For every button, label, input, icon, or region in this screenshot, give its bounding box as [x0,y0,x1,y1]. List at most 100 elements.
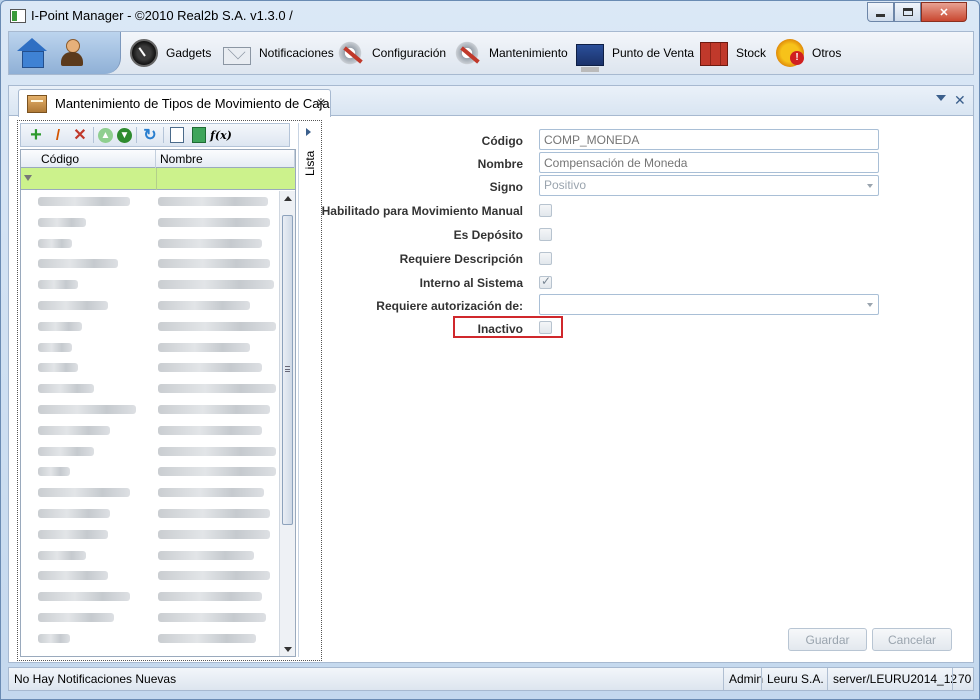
toolbar-gadgets[interactable]: Gadgets [130,38,211,68]
table-row[interactable] [21,316,279,337]
table-row[interactable] [21,420,279,441]
table-row[interactable] [21,565,279,586]
habilitado-manual-checkbox[interactable] [539,204,552,217]
minimize-button[interactable] [867,2,894,22]
maximize-icon [902,8,913,16]
redacted-codigo-cell [38,280,78,290]
formula-icon[interactable]: f(x) [210,126,232,144]
table-row[interactable] [21,274,279,295]
guardar-button[interactable]: Guardar [788,628,867,651]
add-icon[interactable]: + [27,125,45,145]
cancelar-button[interactable]: Cancelar [872,628,952,651]
scroll-up-icon[interactable] [284,196,292,201]
table-row[interactable] [21,233,279,254]
redacted-nombre-cell [158,197,268,206]
table-row[interactable] [21,357,279,378]
toolbar-notificaciones[interactable]: Notificaciones [223,38,334,68]
refresh-icon[interactable]: ↻ [141,126,159,144]
table-row[interactable] [21,628,279,649]
expand-arrow-icon[interactable] [306,128,311,136]
codigo-field[interactable] [539,129,879,150]
inactivo-checkbox[interactable] [539,321,552,334]
redacted-nombre-cell [158,633,256,643]
requiere-autorizacion-select[interactable] [539,294,879,315]
print-preview-icon[interactable] [168,126,186,144]
table-row[interactable] [21,378,279,399]
tab-close-icon[interactable]: ✕ [316,96,326,110]
move-down-icon[interactable]: ▼ [117,127,132,143]
table-row[interactable] [21,441,279,462]
nombre-field[interactable] [539,152,879,173]
toolbar-stock[interactable]: Stock [700,38,766,68]
column-header-nombre[interactable]: Nombre [156,150,295,168]
redacted-codigo-cell [38,197,130,206]
home-group [9,32,121,74]
side-tab-lista[interactable]: Lista [298,123,320,657]
status-bar: No Hay Notificaciones Nuevas Admin Leuru… [8,667,974,691]
user-icon[interactable] [57,38,87,68]
table-row[interactable] [21,586,279,607]
requiere-descripcion-checkbox[interactable] [539,252,552,265]
filter-icon [24,175,32,181]
minimize-icon [876,13,885,17]
table-row[interactable] [21,337,279,358]
redacted-codigo-cell [38,363,78,373]
table-row[interactable] [21,212,279,233]
table-row[interactable] [21,253,279,274]
es-deposito-label: Es Depósito [453,228,523,242]
close-all-tabs-icon[interactable]: ✕ [954,92,966,109]
table-row[interactable] [21,399,279,420]
redacted-nombre-cell [158,238,262,248]
tools-icon [336,39,364,67]
es-deposito-checkbox[interactable] [539,228,552,241]
redacted-nombre-cell [158,363,262,373]
table-row[interactable] [21,461,279,482]
redacted-codigo-cell [38,404,136,414]
toolbar-mantenimiento[interactable]: Mantenimiento [453,38,568,68]
table-row[interactable] [21,524,279,545]
toolbar-punto-de-venta-label: Punto de Venta [612,46,695,60]
table-row[interactable] [21,191,279,212]
maximize-button[interactable] [894,2,921,22]
redacted-codigo-cell [38,300,108,310]
inactivo-label: Inactivo [477,322,523,336]
toolbar-gadgets-label: Gadgets [166,46,212,60]
envelope-icon [223,46,251,65]
toolbar-mantenimiento-label: Mantenimiento [489,46,568,60]
table-row[interactable] [21,482,279,503]
home-icon[interactable] [17,38,47,68]
records-grid: Código Nombre [20,149,296,657]
tab-list-dropdown-icon[interactable] [936,95,946,101]
redacted-nombre-cell [158,550,254,560]
table-row[interactable] [21,545,279,566]
interno-sistema-checkbox[interactable] [539,274,552,289]
redacted-nombre-cell [158,446,276,456]
vertical-scrollbar[interactable] [279,191,295,656]
side-tab-label: Lista [303,150,317,176]
column-header-codigo[interactable]: Código [37,150,156,168]
tab-tipos-movimiento-caja[interactable]: Mantenimiento de Tipos de Movimiento de … [18,89,331,117]
toolbar-punto-de-venta[interactable]: Punto de Venta [576,38,695,72]
table-row[interactable] [21,295,279,316]
redacted-codigo-cell [38,550,86,560]
toolbar-configuracion[interactable]: Configuración [336,38,446,68]
delete-icon[interactable]: ✕ [71,126,89,144]
scroll-down-icon[interactable] [284,647,292,652]
toolbar-otros[interactable]: Otros [776,38,841,68]
close-window-button[interactable]: ✕ [921,2,967,22]
redacted-codigo-cell [38,217,86,227]
table-row[interactable] [21,607,279,628]
redacted-nombre-cell [158,342,250,352]
filter-row[interactable] [21,168,295,190]
signo-select[interactable]: Positivo [539,175,879,196]
title-bar: I-Point Manager - ©2010 Real2b S.A. v1.3… [1,1,979,29]
toolbar-configuracion-label: Configuración [372,46,447,60]
scroll-thumb[interactable] [282,215,293,525]
move-up-icon[interactable]: ▲ [98,127,113,143]
export-excel-icon[interactable] [190,126,208,144]
redacted-nombre-cell [158,217,270,227]
table-row[interactable] [21,503,279,524]
edit-icon[interactable]: / [49,126,67,144]
status-server: server/LEURU2014_12 [827,668,962,690]
grid-rows [21,191,279,656]
